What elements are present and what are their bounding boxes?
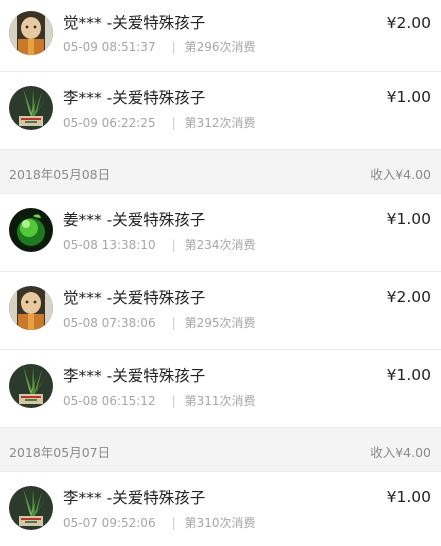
item-name: 觉*** -关爱特殊孩子 xyxy=(63,289,206,307)
item-name: 李*** -关爱特殊孩子 xyxy=(63,89,206,107)
item-count: 第312次消费 xyxy=(184,116,256,130)
item-count: 第234次消费 xyxy=(184,238,256,252)
header-income: 收入¥4.00 xyxy=(370,167,431,182)
date-header: 2018年05月08日 收入¥4.00 xyxy=(0,150,441,194)
plant-avatar-icon xyxy=(9,86,53,130)
item-time: 05-09 06:22:25 xyxy=(63,116,156,130)
separator: | xyxy=(171,394,176,408)
separator: | xyxy=(171,40,176,54)
item-name: 觉*** -关爱特殊孩子 xyxy=(63,14,206,32)
item-time: 05-07 09:52:06 xyxy=(63,516,156,530)
item-time: 05-09 08:51:37 xyxy=(63,40,156,54)
item-name: 李*** -关爱特殊孩子 xyxy=(63,367,206,385)
item-amount: ¥2.00 xyxy=(386,14,431,32)
monk-avatar-icon xyxy=(9,11,53,55)
item-time: 05-08 06:15:12 xyxy=(63,394,156,408)
plant-avatar-icon xyxy=(9,486,53,530)
list-item[interactable]: 李*** -关爱特殊孩子 05-07 09:52:06 | 第310次消费 ¥1.0… xyxy=(0,472,441,546)
plant-avatar-icon xyxy=(9,364,53,408)
header-date: 2018年05月08日 xyxy=(9,167,111,182)
item-meta: 05-08 13:38:10 | 第234次消费 xyxy=(63,236,256,253)
header-date: 2018年05月07日 xyxy=(9,445,111,460)
separator: | xyxy=(171,116,176,130)
separator: | xyxy=(171,516,176,530)
item-amount: ¥2.00 xyxy=(386,288,431,306)
item-count: 第310次消费 xyxy=(184,516,256,530)
header-income: 收入¥4.00 xyxy=(370,445,431,460)
item-meta: 05-09 08:51:37 | 第296次消费 xyxy=(63,38,256,55)
item-amount: ¥1.00 xyxy=(386,366,431,384)
item-count: 第295次消费 xyxy=(184,316,256,330)
item-time: 05-08 07:38:06 xyxy=(63,316,156,330)
item-meta: 05-09 06:22:25 | 第312次消费 xyxy=(63,114,256,131)
separator: | xyxy=(171,238,176,252)
list-item[interactable]: 李*** -关爱特殊孩子 05-09 06:22:25 | 第312次消费 ¥1.0… xyxy=(0,72,441,150)
item-count: 第311次消费 xyxy=(184,394,256,408)
jade-avatar-icon xyxy=(9,208,53,252)
monk-avatar-icon xyxy=(9,286,53,330)
item-amount: ¥1.00 xyxy=(386,488,431,506)
item-name: 李*** -关爱特殊孩子 xyxy=(63,489,206,507)
separator: | xyxy=(171,316,176,330)
list-item[interactable]: 觉*** -关爱特殊孩子 05-08 07:38:06 | 第295次消费 ¥2.0… xyxy=(0,272,441,350)
item-name: 姜*** -关爱特殊孩子 xyxy=(63,211,206,229)
item-meta: 05-08 07:38:06 | 第295次消费 xyxy=(63,314,256,331)
item-count: 第296次消费 xyxy=(184,40,256,54)
item-amount: ¥1.00 xyxy=(386,88,431,106)
transaction-list: 觉*** -关爱特殊孩子 05-09 08:51:37 | 第296次消费 ¥2.0… xyxy=(0,0,441,546)
item-amount: ¥1.00 xyxy=(386,210,431,228)
list-item[interactable]: 觉*** -关爱特殊孩子 05-09 08:51:37 | 第296次消费 ¥2.0… xyxy=(0,0,441,72)
date-header: 2018年05月07日 收入¥4.00 xyxy=(0,428,441,472)
item-time: 05-08 13:38:10 xyxy=(63,238,156,252)
item-meta: 05-08 06:15:12 | 第311次消费 xyxy=(63,392,256,409)
list-item[interactable]: 李*** -关爱特殊孩子 05-08 06:15:12 | 第311次消费 ¥1.0… xyxy=(0,350,441,428)
item-meta: 05-07 09:52:06 | 第310次消费 xyxy=(63,514,256,531)
list-item[interactable]: 姜*** -关爱特殊孩子 05-08 13:38:10 | 第234次消费 ¥1.0… xyxy=(0,194,441,272)
